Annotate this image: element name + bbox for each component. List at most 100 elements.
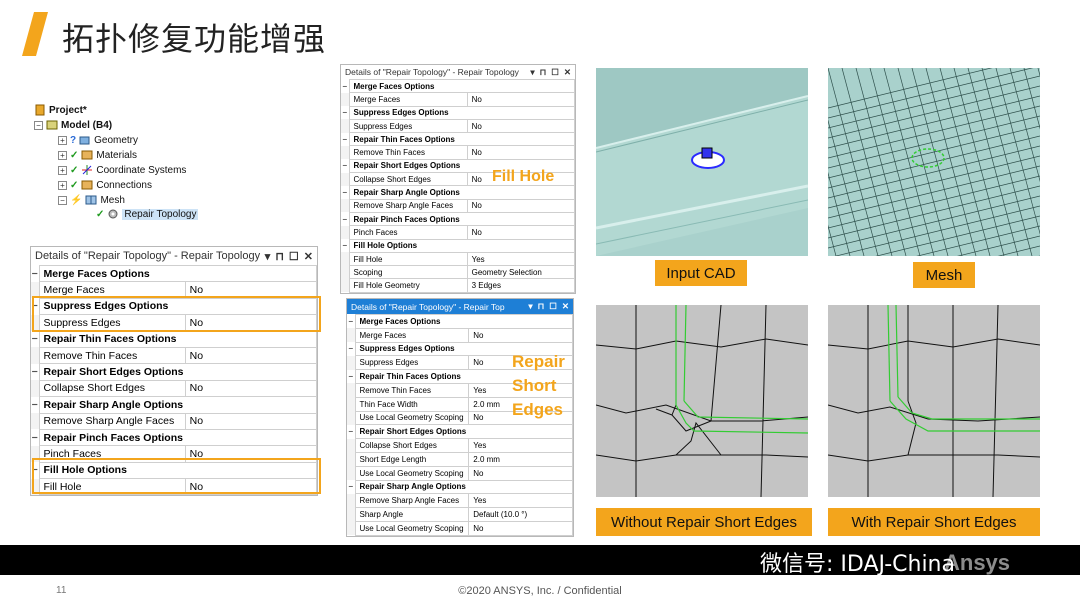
group-label: Repair Sharp Angle Options xyxy=(354,479,573,495)
property-value[interactable]: No xyxy=(466,198,576,213)
tree-node-mesh[interactable]: − ⚡ Mesh xyxy=(58,194,125,206)
property-value[interactable]: No xyxy=(468,520,573,536)
expand-icon[interactable]: + xyxy=(58,180,67,190)
collapse-icon[interactable]: − xyxy=(31,331,39,348)
maximize-icon[interactable]: ☐ xyxy=(549,301,557,312)
group-row[interactable]: − Repair Sharp Angle Options xyxy=(341,185,575,200)
collapse-icon[interactable]: − xyxy=(31,429,39,446)
property-row[interactable]: Scoping Geometry Selection xyxy=(341,265,576,280)
property-row[interactable]: Use Local Geometry Scoping No xyxy=(347,465,573,481)
tree-node-geometry[interactable]: + ? Geometry xyxy=(58,134,138,146)
collapse-icon[interactable]: − xyxy=(341,132,349,146)
group-row[interactable]: − Repair Short Edges Options xyxy=(347,424,573,440)
collapse-icon[interactable]: − xyxy=(341,106,349,120)
collapse-icon[interactable]: − xyxy=(341,185,349,200)
group-row[interactable]: − Repair Short Edges Options xyxy=(31,363,317,381)
property-value[interactable]: No xyxy=(468,465,573,481)
tree-node-project[interactable]: Project* xyxy=(34,104,87,116)
row-gutter xyxy=(31,380,39,397)
property-value[interactable]: No xyxy=(466,145,576,160)
property-value[interactable]: No xyxy=(466,225,576,240)
property-row[interactable]: Sharp Angle Default (10.0 °) xyxy=(347,507,573,522)
property-value[interactable]: No xyxy=(184,346,318,365)
collapse-icon[interactable]: − xyxy=(347,424,355,439)
property-row[interactable]: Remove Sharp Angle Faces No xyxy=(31,412,318,430)
property-row[interactable]: Remove Thin Faces No xyxy=(31,346,318,365)
collapse-icon[interactable]: − xyxy=(347,480,355,494)
property-value[interactable]: Geometry Selection xyxy=(466,265,576,280)
property-row[interactable]: Use Local Geometry Scoping No xyxy=(347,520,573,536)
property-value[interactable]: No xyxy=(468,327,573,343)
collapse-icon[interactable]: − xyxy=(341,79,349,93)
row-gutter xyxy=(347,493,355,508)
group-row[interactable]: − Fill Hole Options xyxy=(341,238,575,253)
pin-icon[interactable]: ⊓ xyxy=(275,250,284,263)
collapse-icon[interactable]: − xyxy=(31,363,39,381)
property-value[interactable]: Yes xyxy=(466,251,576,267)
group-row[interactable]: − Repair Thin Faces Options xyxy=(341,132,575,147)
dropdown-icon[interactable]: ▾ xyxy=(528,301,532,312)
collapse-icon[interactable]: − xyxy=(341,239,349,253)
property-row[interactable]: Suppress Edges No xyxy=(341,118,576,134)
property-row[interactable]: Fill Hole Yes xyxy=(341,251,576,267)
dropdown-icon[interactable]: ▾ xyxy=(530,67,534,78)
tree-node-coordinate-systems[interactable]: + ✓ Coordinate Systems xyxy=(58,164,186,176)
group-row[interactable]: − Repair Pinch Faces Options xyxy=(31,428,317,447)
property-value[interactable]: Default (10.0 °) xyxy=(468,507,573,522)
property-row[interactable]: Remove Sharp Angle Faces Yes xyxy=(347,493,573,509)
collapse-icon[interactable]: − xyxy=(347,369,355,384)
pin-icon[interactable]: ⊓ xyxy=(538,301,545,312)
group-row[interactable]: − Repair Pinch Faces Options xyxy=(341,211,575,227)
property-row[interactable]: Pinch Faces No xyxy=(341,225,576,240)
collapse-icon[interactable]: − xyxy=(31,265,39,282)
pin-icon[interactable]: ⊓ xyxy=(540,67,547,78)
collapse-icon[interactable]: − xyxy=(34,120,43,130)
group-row[interactable]: − Repair Sharp Angle Options xyxy=(347,479,573,495)
property-value[interactable]: 3 Edges xyxy=(466,278,576,293)
property-label: Suppress Edges xyxy=(354,355,470,371)
dropdown-icon[interactable]: ▾ xyxy=(265,250,271,263)
group-row[interactable]: − Merge Faces Options xyxy=(31,264,317,283)
collapse-icon[interactable]: − xyxy=(347,342,355,356)
tree-node-materials[interactable]: + ✓ Materials xyxy=(58,149,137,161)
property-value[interactable]: No xyxy=(184,412,318,430)
property-value[interactable]: No xyxy=(184,379,318,398)
property-value[interactable]: 2.0 mm xyxy=(468,451,573,467)
property-row[interactable]: Merge Faces No xyxy=(341,92,576,107)
property-row[interactable]: Collapse Short Edges Yes xyxy=(347,438,573,453)
group-row[interactable]: − Suppress Edges Options xyxy=(341,105,575,120)
expand-icon[interactable]: + xyxy=(58,165,67,175)
tree-node-repair-topology[interactable]: ✓ Repair Topology xyxy=(96,208,199,220)
property-value[interactable]: No xyxy=(466,92,576,107)
property-value[interactable]: No xyxy=(466,118,576,134)
close-icon[interactable]: ✕ xyxy=(564,67,571,78)
property-row[interactable]: Short Edge Length 2.0 mm xyxy=(347,451,573,467)
expand-icon[interactable]: + xyxy=(58,150,67,160)
property-label: Collapse Short Edges xyxy=(348,172,468,187)
property-row[interactable]: Remove Thin Faces No xyxy=(341,145,576,160)
property-row[interactable]: Merge Faces No xyxy=(347,327,573,343)
property-value[interactable]: Yes xyxy=(468,493,573,509)
maximize-icon[interactable]: ☐ xyxy=(551,67,559,78)
group-row[interactable]: − Merge Faces Options xyxy=(341,78,575,94)
tree-node-connections[interactable]: + ✓ Connections xyxy=(58,179,152,191)
property-row[interactable]: Fill Hole Geometry 3 Edges xyxy=(341,278,576,293)
collapse-icon[interactable]: − xyxy=(341,212,349,226)
collapse-icon[interactable]: − xyxy=(58,195,67,205)
close-icon[interactable]: ✕ xyxy=(562,301,569,312)
group-row[interactable]: − Merge Faces Options xyxy=(347,314,573,329)
property-label: Remove Thin Faces xyxy=(348,145,468,160)
property-value[interactable]: Yes xyxy=(468,438,573,453)
project-tree[interactable]: Project* − Model (B4) + ? Geometry + ✓ M… xyxy=(30,104,320,234)
group-row[interactable]: − Repair Thin Faces Options xyxy=(31,330,317,348)
maximize-icon[interactable]: ☐ xyxy=(289,250,299,263)
close-icon[interactable]: ✕ xyxy=(304,250,313,263)
group-row[interactable]: − Repair Sharp Angle Options xyxy=(31,396,317,414)
expand-icon[interactable]: + xyxy=(58,135,67,145)
property-row[interactable]: Remove Sharp Angle Faces No xyxy=(341,198,576,213)
collapse-icon[interactable]: − xyxy=(347,314,355,329)
property-row[interactable]: Collapse Short Edges No xyxy=(31,379,318,398)
collapse-icon[interactable]: − xyxy=(31,396,39,414)
collapse-icon[interactable]: − xyxy=(341,159,349,173)
tree-node-model[interactable]: − Model (B4) xyxy=(34,119,112,131)
